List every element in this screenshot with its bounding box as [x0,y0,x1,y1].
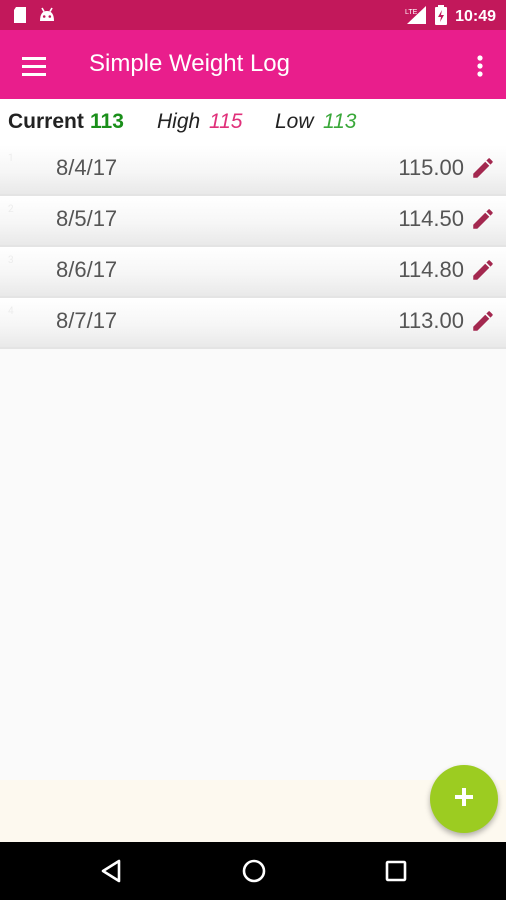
plus-icon [453,786,475,812]
home-icon[interactable] [239,856,269,886]
pencil-edit-icon[interactable] [470,206,496,232]
entry-date: 8/5/17 [56,206,118,231]
pencil-edit-icon[interactable] [470,257,496,283]
recents-icon[interactable] [381,856,411,886]
app-title: Simple Weight Log [89,50,290,77]
weight-entry-row[interactable]: 3 8/6/17 114.80 [0,247,506,298]
lte-label: LTE [405,9,418,16]
weight-entry-row[interactable]: 4 8/7/17 113.00 [0,298,506,349]
current-value: 113 [90,110,124,133]
pencil-edit-icon[interactable] [470,308,496,334]
low-label: Low [275,110,314,133]
weight-summary: Current 113 High 115 Low 113 [0,99,506,146]
android-icon [38,6,56,28]
back-icon[interactable] [97,856,127,886]
status-time: 10:49 [455,8,496,25]
entry-weight: 114.80 [398,257,464,282]
status-bar: LTE 10:49 [0,0,506,30]
row-index: 2 [8,204,14,215]
entry-weight: 115.00 [398,155,464,180]
current-label: Current [8,110,84,133]
hamburger-menu-icon[interactable] [16,48,52,84]
app-bar: Simple Weight Log [0,30,506,99]
high-label: High [157,110,201,133]
entry-date: 8/4/17 [56,155,118,180]
more-vert-icon[interactable] [466,48,494,84]
navigation-bar [0,842,506,900]
weight-entry-list: 1 8/4/17 115.00 2 8/5/17 114.50 3 8/6/17… [0,145,506,349]
entry-weight: 113.00 [398,308,464,333]
lte-signal-icon: LTE [405,5,427,29]
row-index: 3 [8,255,14,266]
battery-icon [435,5,448,29]
pencil-edit-icon[interactable] [470,155,496,181]
sd-card-icon [12,6,28,28]
add-entry-button[interactable] [430,765,498,833]
high-value: 115 [209,110,243,133]
entry-date: 8/7/17 [56,308,118,333]
weight-entry-row[interactable]: 1 8/4/17 115.00 [0,145,506,196]
weight-entry-row[interactable]: 2 8/5/17 114.50 [0,196,506,247]
entry-date: 8/6/17 [56,257,118,282]
row-index: 4 [8,306,14,317]
row-index: 1 [8,153,14,164]
ad-banner-area [0,780,506,842]
low-value: 113 [323,110,357,133]
entry-weight: 114.50 [398,206,464,231]
